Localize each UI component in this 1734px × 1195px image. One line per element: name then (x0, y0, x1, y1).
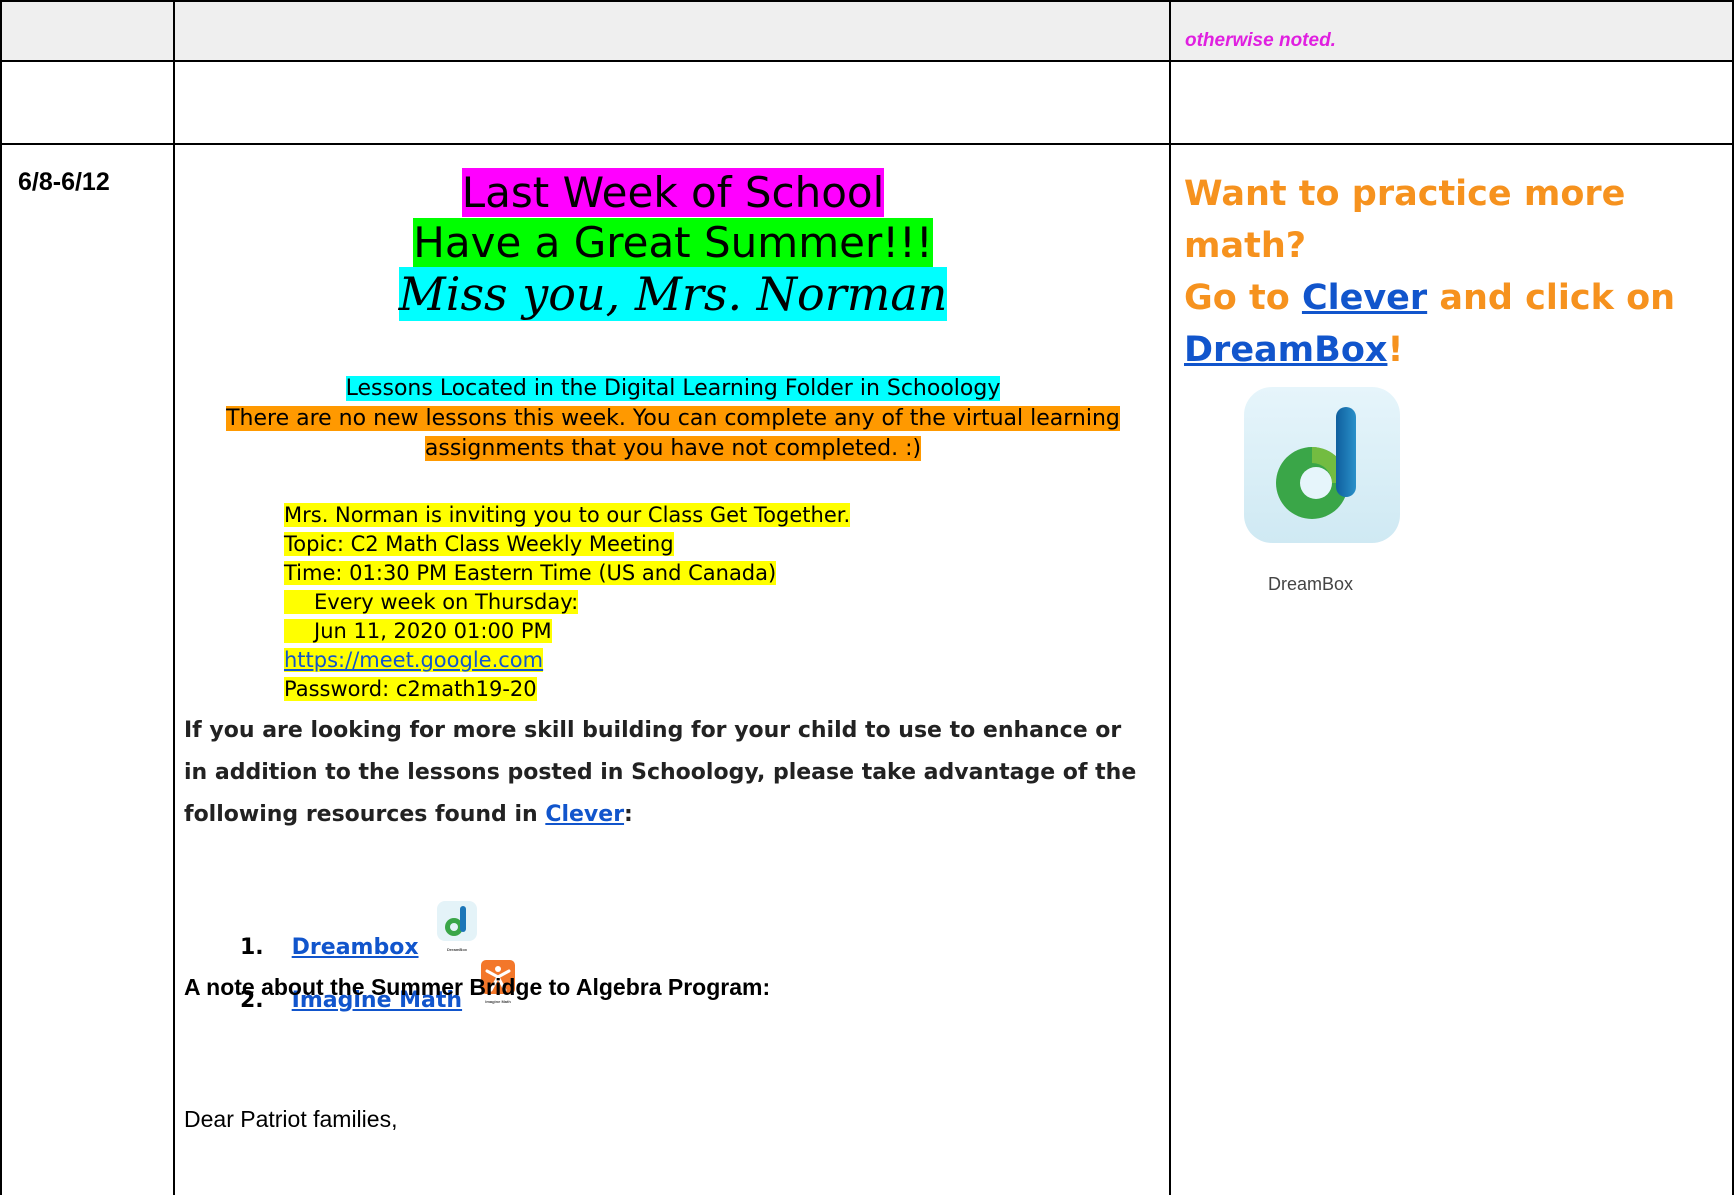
table-border-row1 (0, 60, 1734, 62)
lessons-info: Lessons Located in the Digital Learning … (176, 374, 1170, 464)
title-last-week: Last Week of School (176, 168, 1170, 218)
title-line-1: Last Week of School (461, 168, 885, 217)
table-border-row2 (0, 143, 1734, 145)
practice-math-line: Want to practice more math? (1184, 174, 1626, 266)
resources-clever-link[interactable]: Clever (545, 802, 624, 827)
exclamation-text: ! (1387, 330, 1404, 370)
sidebar-dreambox-link[interactable]: DreamBox (1184, 330, 1387, 370)
title-line-2: Have a Great Summer!!! (413, 218, 933, 267)
table-border-top (0, 0, 1734, 2)
sidebar-clever-link[interactable]: Clever (1302, 278, 1427, 318)
title-line-3: Miss you, Mrs. Norman (398, 267, 948, 321)
meeting-info: Mrs. Norman is inviting you to our Class… (284, 501, 851, 704)
meeting-topic: Topic: C2 Math Class Weekly Meeting (284, 532, 674, 556)
lessons-location: Lessons Located in the Digital Learning … (345, 376, 1001, 401)
click-on-text: and click on (1439, 278, 1676, 318)
dreambox-small-icon: DreamBox (434, 900, 480, 960)
go-to-text: Go to (1184, 278, 1290, 318)
meeting-recurrence: Every week on Thursday: (284, 590, 579, 614)
practice-math-callout: Want to practice more math? Go to Clever… (1184, 168, 1724, 376)
dreambox-app-icon[interactable] (1242, 385, 1402, 550)
bridge-greeting: Dear Patriot families, (184, 1106, 398, 1132)
meeting-link[interactable]: https://meet.google.com (284, 648, 543, 672)
dreambox-small-caption: DreamBox (447, 947, 468, 952)
meeting-invite: Mrs. Norman is inviting you to our Class… (284, 503, 851, 527)
list-item: 1. Dreambox DreamBox (240, 900, 480, 960)
meeting-date: Jun 11, 2020 01:00 PM (284, 619, 552, 643)
dreambox-icon-caption: DreamBox (1268, 574, 1354, 594)
table-border-col1 (173, 0, 175, 1195)
dreambox-link[interactable]: Dreambox (292, 935, 419, 960)
header-row-background (0, 0, 1734, 60)
resources-intro: If you are looking for more skill buildi… (184, 718, 1137, 827)
meeting-password: Password: c2math19-20 (284, 677, 537, 701)
meeting-time: Time: 01:30 PM Eastern Time (US and Cana… (284, 561, 777, 585)
no-new-lessons-a: There are no new lessons this week. You … (226, 406, 1120, 431)
header-note: otherwise noted. (1185, 30, 1336, 51)
bridge-heading: A note about the Summer Bridge to Algebr… (184, 974, 771, 1000)
resources-colon: : (624, 802, 633, 827)
resources-paragraph: If you are looking for more skill buildi… (184, 710, 1144, 836)
title-miss-you: Miss you, Mrs. Norman (176, 266, 1170, 322)
table-border-left (0, 0, 2, 1195)
week-date: 6/8-6/12 (18, 168, 110, 196)
title-great-summer: Have a Great Summer!!! (176, 218, 1170, 268)
list-item-number: 1. (240, 935, 264, 960)
no-new-lessons-b: assignments that you have not completed.… (424, 436, 922, 461)
